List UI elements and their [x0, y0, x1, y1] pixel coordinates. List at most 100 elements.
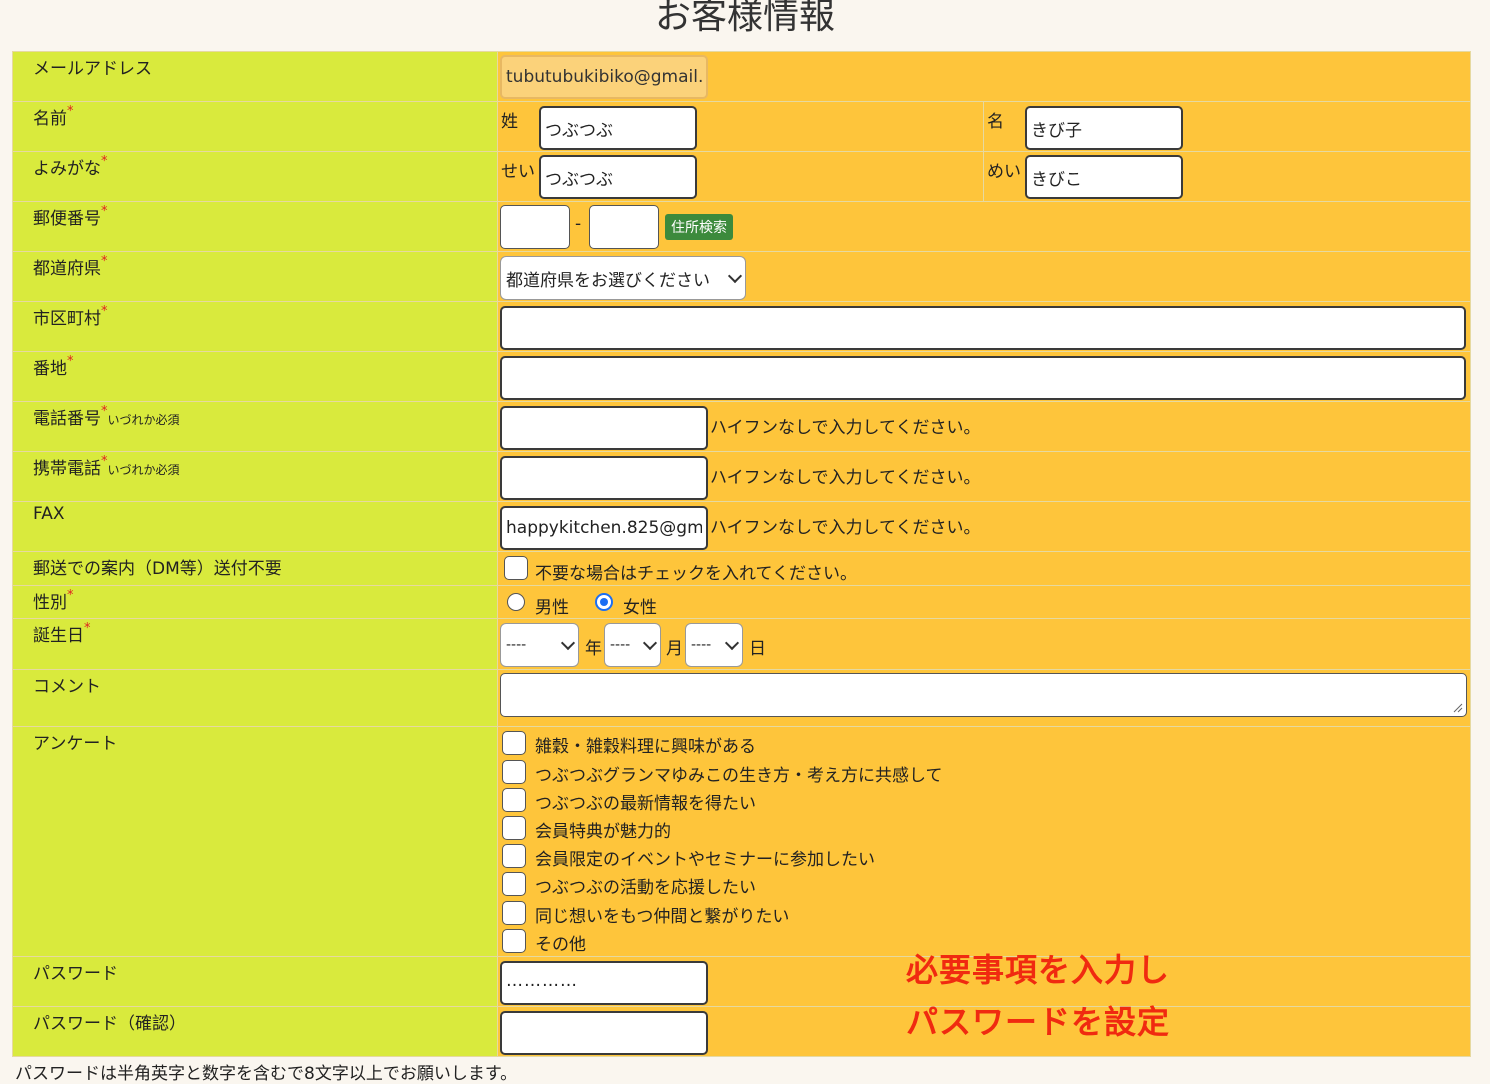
- survey-checkbox[interactable]: [502, 760, 526, 784]
- last-kana-label: せい: [501, 162, 535, 182]
- survey-checkbox[interactable]: [502, 929, 526, 953]
- survey-item-label: つぶつぶグランマゆみこの生き方・考え方に共感して: [535, 766, 943, 786]
- phone-row: 電話番号*いづれか必須 ハイフンなしで入力してください。: [12, 401, 1471, 452]
- email-label-text: メールアドレス: [33, 59, 152, 79]
- annotation-line-1: 必要事項を入力し: [906, 951, 1171, 989]
- prefecture-select[interactable]: 都道府県をお選びください: [500, 256, 746, 300]
- street-row: 番地*: [12, 351, 1471, 402]
- name-label: 名前: [33, 109, 67, 129]
- resize-handle-icon[interactable]: [1453, 703, 1463, 713]
- phone-field[interactable]: [500, 406, 708, 450]
- chevron-down-icon: [642, 635, 658, 650]
- city-field[interactable]: [500, 306, 1466, 350]
- dm-label: 郵送での案内（DM等）送付不要: [33, 559, 282, 579]
- fax-hint: ハイフンなしで入力してください。: [710, 518, 981, 538]
- dm-checkbox-label: 不要な場合はチェックを入れてください。: [535, 564, 857, 584]
- instruction-annotation: 必要事項を入力し パスワードを設定: [906, 944, 1170, 1048]
- gender-male-label: 男性: [535, 598, 569, 618]
- survey-row: アンケート 雑穀・雑穀料理に興味がある つぶつぶグランマゆみこの生き方・考え方に…: [12, 726, 1471, 957]
- fax-row: FAX ハイフンなしで入力してください。: [12, 501, 1471, 552]
- street-label: 番地: [33, 359, 67, 379]
- chevron-down-icon: [560, 635, 576, 650]
- day-unit: 日: [749, 639, 766, 659]
- survey-item-label: 同じ想いをもつ仲間と繋がりたい: [535, 907, 790, 927]
- first-name-label: 名: [987, 112, 1004, 132]
- survey-checkbox[interactable]: [502, 788, 526, 812]
- comment-label: コメント: [33, 677, 101, 697]
- survey-checkbox[interactable]: [502, 844, 526, 868]
- survey-checkbox[interactable]: [502, 816, 526, 840]
- last-kana-field[interactable]: [539, 155, 697, 199]
- customer-info-form: メールアドレス 名前* 姓 名 よみがな* せい めい 郵便番号* -: [12, 51, 1471, 1057]
- required-mark: *: [101, 304, 108, 319]
- email-row: メールアドレス: [12, 51, 1471, 102]
- month-unit: 月: [666, 639, 683, 659]
- prefecture-row: 都道府県* 都道府県をお選びください: [12, 251, 1471, 302]
- password-row: パスワード …………: [12, 956, 1471, 1007]
- chevron-down-icon: [724, 635, 740, 650]
- survey-item-label: つぶつぶの活動を応援したい: [535, 878, 756, 898]
- city-label: 市区町村: [33, 309, 101, 329]
- prefecture-selected: 都道府県をお選びください: [506, 270, 710, 291]
- survey-item-label: その他: [535, 935, 586, 955]
- first-kana-field[interactable]: [1025, 155, 1183, 199]
- zip-second-field[interactable]: [589, 205, 659, 249]
- survey-label: アンケート: [33, 734, 118, 754]
- required-mark: *: [101, 154, 108, 169]
- password-confirm-label: パスワード（確認）: [33, 1014, 186, 1034]
- fax-field[interactable]: [500, 506, 708, 550]
- zip-label: 郵便番号: [33, 209, 101, 229]
- password-field[interactable]: …………: [500, 961, 708, 1005]
- survey-item-label: 会員限定のイベントやセミナーに参加したい: [535, 850, 875, 870]
- chevron-down-icon: [727, 268, 743, 283]
- survey-checkbox[interactable]: [502, 872, 526, 896]
- birthday-row: 誕生日* ---- 年 ---- 月 ---- 日: [12, 618, 1471, 670]
- first-name-field[interactable]: [1025, 106, 1183, 150]
- name-row: 名前* 姓 名: [12, 101, 1471, 152]
- birth-month-select[interactable]: ----: [604, 623, 661, 667]
- fax-label: FAX: [33, 504, 65, 524]
- kana-row: よみがな* せい めい: [12, 151, 1471, 202]
- page-title: お客様情報: [654, 0, 835, 37]
- kana-label: よみがな: [33, 159, 101, 179]
- address-search-button[interactable]: 住所検索: [665, 214, 733, 240]
- comment-row: コメント: [12, 669, 1471, 727]
- birth-month-selected: ----: [610, 637, 631, 653]
- gender-female-label: 女性: [623, 598, 657, 618]
- mobile-note: いづれか必須: [107, 463, 180, 477]
- birthday-label: 誕生日: [33, 626, 84, 646]
- mobile-label: 携帯電話: [33, 459, 101, 479]
- required-mark: *: [101, 254, 108, 269]
- last-name-field[interactable]: [539, 106, 697, 150]
- dm-checkbox[interactable]: [504, 556, 528, 580]
- phone-label: 電話番号: [33, 409, 101, 429]
- password-footnote: パスワードは半角英字と数字を含むで8文字以上でお願いします。: [15, 1064, 518, 1084]
- password-confirm-row: パスワード（確認）: [12, 1006, 1471, 1057]
- birth-day-select[interactable]: ----: [685, 623, 743, 667]
- first-kana-label: めい: [987, 162, 1021, 182]
- year-unit: 年: [585, 639, 602, 659]
- mobile-hint: ハイフンなしで入力してください。: [710, 468, 981, 488]
- gender-female-radio[interactable]: [595, 593, 613, 611]
- gender-male-radio[interactable]: [507, 593, 525, 611]
- gender-row: 性別* 男性 女性: [12, 585, 1471, 619]
- column-divider: [983, 102, 984, 151]
- survey-item-label: 会員特典が魅力的: [535, 822, 671, 842]
- prefecture-label: 都道府県: [33, 259, 101, 279]
- comment-textarea[interactable]: [500, 673, 1467, 717]
- zip-first-field[interactable]: [500, 205, 570, 249]
- email-field[interactable]: [500, 55, 708, 99]
- required-mark: *: [101, 204, 108, 219]
- password-label: パスワード: [33, 964, 118, 984]
- birth-year-select[interactable]: ----: [500, 623, 579, 667]
- phone-note: いづれか必須: [107, 413, 180, 427]
- zip-separator: -: [575, 214, 582, 234]
- street-field[interactable]: [500, 356, 1466, 400]
- mobile-field[interactable]: [500, 456, 708, 500]
- required-mark: *: [67, 588, 74, 603]
- survey-checkbox[interactable]: [502, 901, 526, 925]
- password-confirm-field[interactable]: [500, 1011, 708, 1055]
- survey-item-label: 雑穀・雑穀料理に興味がある: [535, 737, 756, 757]
- required-mark: *: [67, 104, 74, 119]
- survey-checkbox[interactable]: [502, 731, 526, 755]
